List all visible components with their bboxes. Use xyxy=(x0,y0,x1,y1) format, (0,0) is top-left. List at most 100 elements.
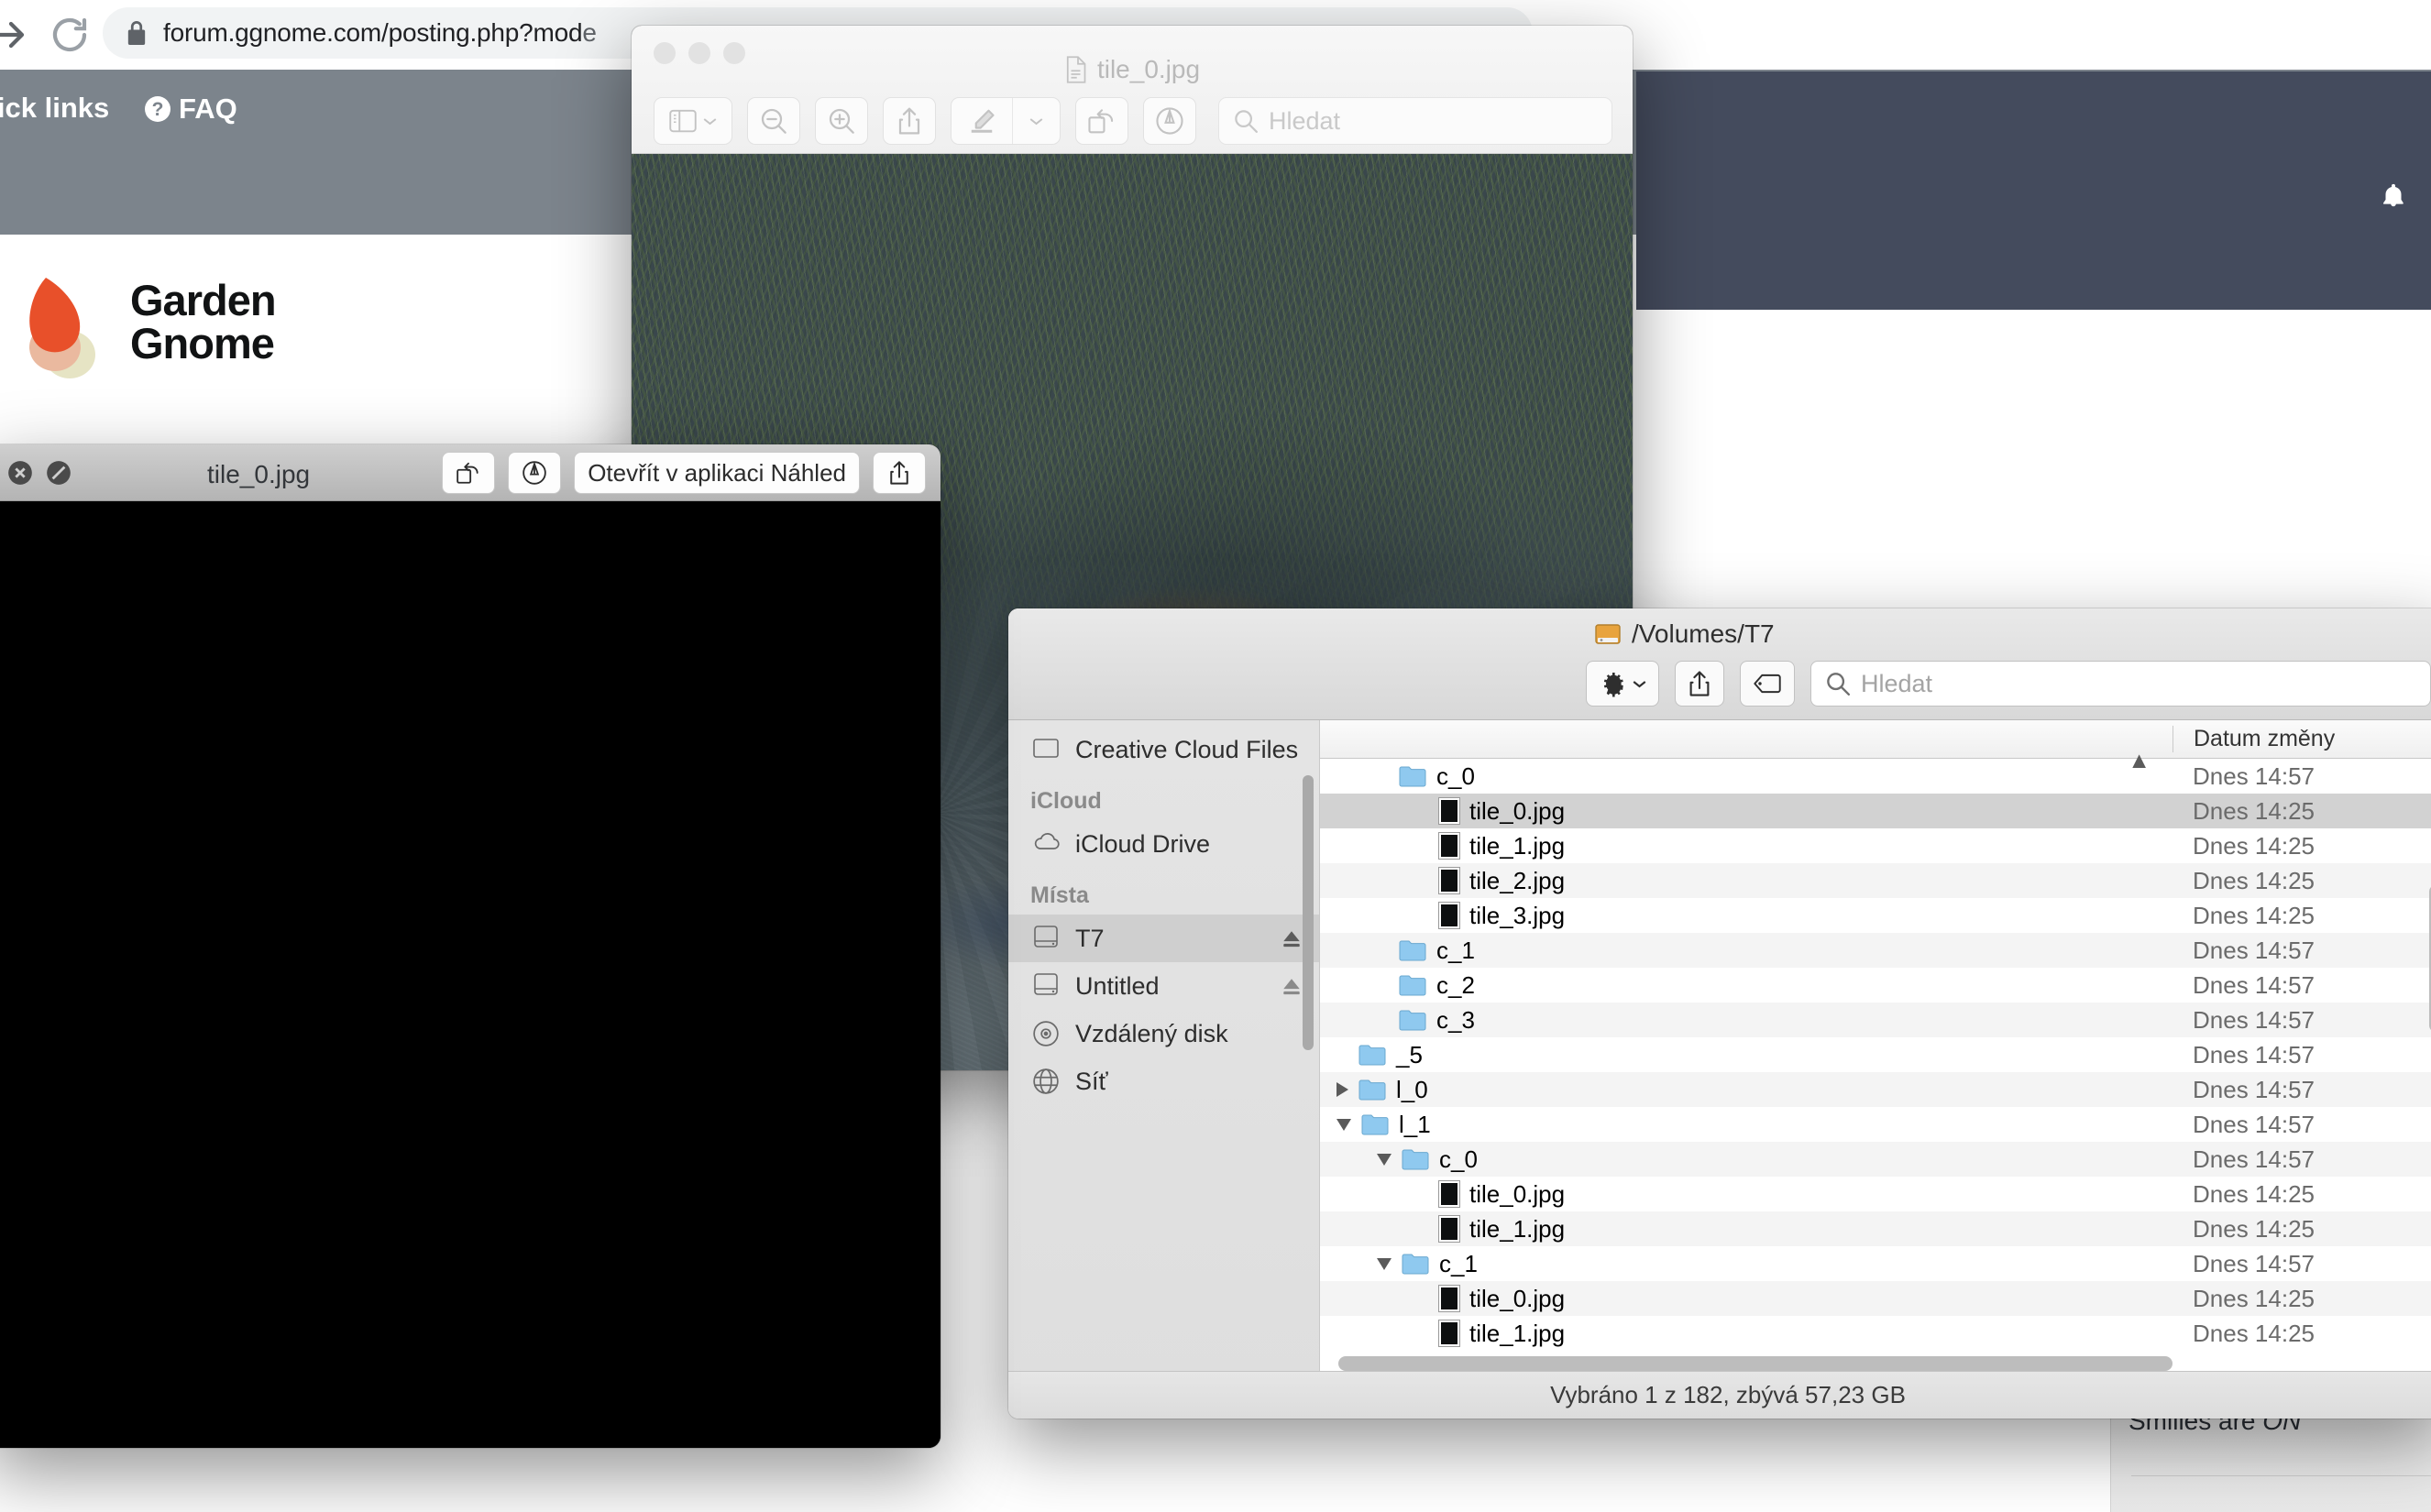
zoom-out-button[interactable] xyxy=(747,97,800,145)
sidebar-label: Síť xyxy=(1075,1067,1108,1095)
table-row[interactable]: tile_0.jpg Dnes 14:25 xyxy=(1320,1177,2431,1211)
row-date-cell: Dnes 14:57 xyxy=(2193,1110,2315,1138)
image-file-icon xyxy=(1439,833,1459,859)
sort-ascending-icon: ▲ xyxy=(2128,747,2150,773)
sidebar-label: Creative Cloud Files xyxy=(1075,735,1299,763)
zoom-in-button[interactable] xyxy=(815,97,868,145)
sidebar-item-untitled[interactable]: Untitled xyxy=(1008,962,1319,1010)
markup-chevron-down-icon[interactable] xyxy=(1012,98,1060,144)
markup-button-group[interactable] xyxy=(951,97,1061,145)
preview-title-text: tile_0.jpg xyxy=(1096,55,1201,83)
share-button[interactable] xyxy=(873,452,926,494)
finder-search-field[interactable]: Hledat xyxy=(1810,661,2431,707)
row-name-cell: c_1 xyxy=(1320,1250,2172,1278)
sidebar-item-t7[interactable]: T7 xyxy=(1008,915,1319,962)
table-row[interactable]: l_1 Dnes 14:57 xyxy=(1320,1107,2431,1142)
preview-toolbar[interactable]: Hledat xyxy=(654,95,1612,147)
image-file-icon xyxy=(1439,1320,1459,1346)
scroll-thumb[interactable] xyxy=(1338,1356,2172,1371)
no-entry-icon[interactable] xyxy=(46,460,72,486)
table-row[interactable]: tile_0.jpg Dnes 14:25 xyxy=(1320,794,2431,828)
search-icon xyxy=(1827,673,1850,696)
finder-column-headers[interactable]: ▲ Datum změny xyxy=(1320,720,2431,773)
finder-file-list[interactable]: ▲ Datum změny c_0 Dnes 14:57 tile_0.jpg Dne… xyxy=(1320,720,2431,1371)
disclosure-closed-icon[interactable] xyxy=(1336,1082,1348,1097)
disclosure-open-icon[interactable] xyxy=(1377,1153,1392,1166)
sidebar-item-remote-disk[interactable]: Vzdálený disk xyxy=(1008,1010,1319,1057)
panel-rule xyxy=(2131,1475,2431,1476)
row-date-cell: Dnes 14:25 xyxy=(2193,1214,2315,1243)
table-row[interactable]: tile_1.jpg Dnes 14:25 xyxy=(1320,828,2431,863)
list-horizontal-scrollbar[interactable] xyxy=(1331,1356,2426,1371)
table-row[interactable]: c_1 Dnes 14:57 xyxy=(1320,1246,2431,1281)
quicklook-actions[interactable]: Otevřít v aplikaci Náhled xyxy=(442,452,926,494)
tag-button[interactable] xyxy=(1740,661,1795,707)
tag-icon xyxy=(1754,674,1781,694)
sidebar-scrollbar[interactable] xyxy=(1303,775,1314,1050)
bell-icon[interactable] xyxy=(2378,180,2409,214)
share-button[interactable] xyxy=(883,97,936,145)
sidebar-item-icloud-drive[interactable]: iCloud Drive xyxy=(1008,820,1319,868)
table-row[interactable]: c_2 Dnes 14:57 xyxy=(1320,968,2431,1003)
table-row[interactable]: tile_0.jpg Dnes 14:25 xyxy=(1320,1281,2431,1316)
quicklook-window[interactable]: tile_0.jpg Otevřít v aplikaci Náhled xyxy=(0,444,940,1448)
table-row[interactable]: tile_1.jpg Dnes 14:25 xyxy=(1320,1316,2431,1351)
finder-window[interactable]: /Volumes/T7 Hledat Creative Cloud Files … xyxy=(1008,608,2431,1419)
site-logo[interactable]: Garden Gnome xyxy=(0,249,367,396)
sidebar-section-icloud: iCloud xyxy=(1030,788,1102,814)
markup-button[interactable] xyxy=(508,452,562,494)
column-header-date[interactable]: Datum změny xyxy=(2172,726,2431,752)
sidebar-label: iCloud Drive xyxy=(1075,829,1211,858)
finder-status-bar: Vybráno 1 z 182, zbývá 57,23 GB xyxy=(1008,1371,2431,1419)
row-name-label: l_1 xyxy=(1399,1110,1431,1138)
eject-icon[interactable] xyxy=(1281,975,1303,997)
preview-titlebar: tile_0.jpg Hledat xyxy=(632,26,1633,154)
document-icon xyxy=(1064,56,1087,83)
url-rest: e xyxy=(582,18,597,47)
close-icon[interactable] xyxy=(7,460,33,486)
table-row[interactable]: c_0 Dnes 14:57 xyxy=(1320,1142,2431,1177)
row-name-label: c_0 xyxy=(1436,761,1475,790)
globe-icon xyxy=(1032,1068,1062,1095)
question-mark-icon: ? xyxy=(145,96,170,122)
row-name-cell: tile_0.jpg xyxy=(1320,797,2172,826)
table-row[interactable]: tile_1.jpg Dnes 14:25 xyxy=(1320,1211,2431,1246)
table-row[interactable]: l_0 Dnes 14:57 xyxy=(1320,1072,2431,1107)
forward-arrow-icon[interactable] xyxy=(0,13,31,57)
rotate-button[interactable] xyxy=(1075,97,1128,145)
disclosure-open-icon[interactable] xyxy=(1336,1118,1351,1131)
rotate-button[interactable] xyxy=(442,452,496,494)
row-name-cell: tile_2.jpg xyxy=(1320,867,2172,895)
preview-search-field[interactable]: Hledat xyxy=(1218,97,1612,145)
sidebar-item-network[interactable]: Síť xyxy=(1008,1057,1319,1105)
table-row[interactable]: c_0 Dnes 14:57 xyxy=(1320,759,2431,794)
markup-pen-icon[interactable] xyxy=(952,98,1012,144)
faq-link[interactable]: ? FAQ xyxy=(145,93,237,126)
row-date-cell: Dnes 14:57 xyxy=(2193,1040,2315,1068)
disclosure-open-icon[interactable] xyxy=(1377,1257,1392,1270)
sidebar-item-creative-cloud-files[interactable]: Creative Cloud Files xyxy=(1008,726,1319,773)
row-name-label: tile_0.jpg xyxy=(1469,796,1566,825)
sidebar-view-button[interactable] xyxy=(654,97,732,145)
table-row[interactable]: tile_3.jpg Dnes 14:25 xyxy=(1320,898,2431,933)
finder-sidebar[interactable]: Creative Cloud Files iCloud iCloud Drive… xyxy=(1008,720,1320,1419)
row-name-cell: _5 xyxy=(1320,1041,2172,1069)
cloud-icon xyxy=(1032,830,1062,858)
quick-links-label[interactable]: uick links xyxy=(0,92,109,125)
open-in-preview-button[interactable]: Otevřít v aplikaci Náhled xyxy=(574,452,860,494)
eject-icon[interactable] xyxy=(1281,927,1303,949)
action-gear-button[interactable] xyxy=(1586,661,1659,707)
table-row[interactable]: tile_2.jpg Dnes 14:25 xyxy=(1320,863,2431,898)
table-row[interactable]: c_3 Dnes 14:57 xyxy=(1320,1003,2431,1037)
table-row[interactable]: c_1 Dnes 14:57 xyxy=(1320,933,2431,968)
sidebar-label: Untitled xyxy=(1075,971,1160,1000)
annotate-button[interactable] xyxy=(1143,97,1196,145)
finder-toolbar[interactable]: Hledat xyxy=(1586,660,2431,707)
table-row[interactable]: _5 Dnes 14:57 xyxy=(1320,1037,2431,1072)
reload-icon[interactable] xyxy=(48,13,92,57)
share-button[interactable] xyxy=(1675,661,1724,707)
search-icon xyxy=(1235,110,1258,133)
row-name-cell: c_3 xyxy=(1320,1006,2172,1035)
